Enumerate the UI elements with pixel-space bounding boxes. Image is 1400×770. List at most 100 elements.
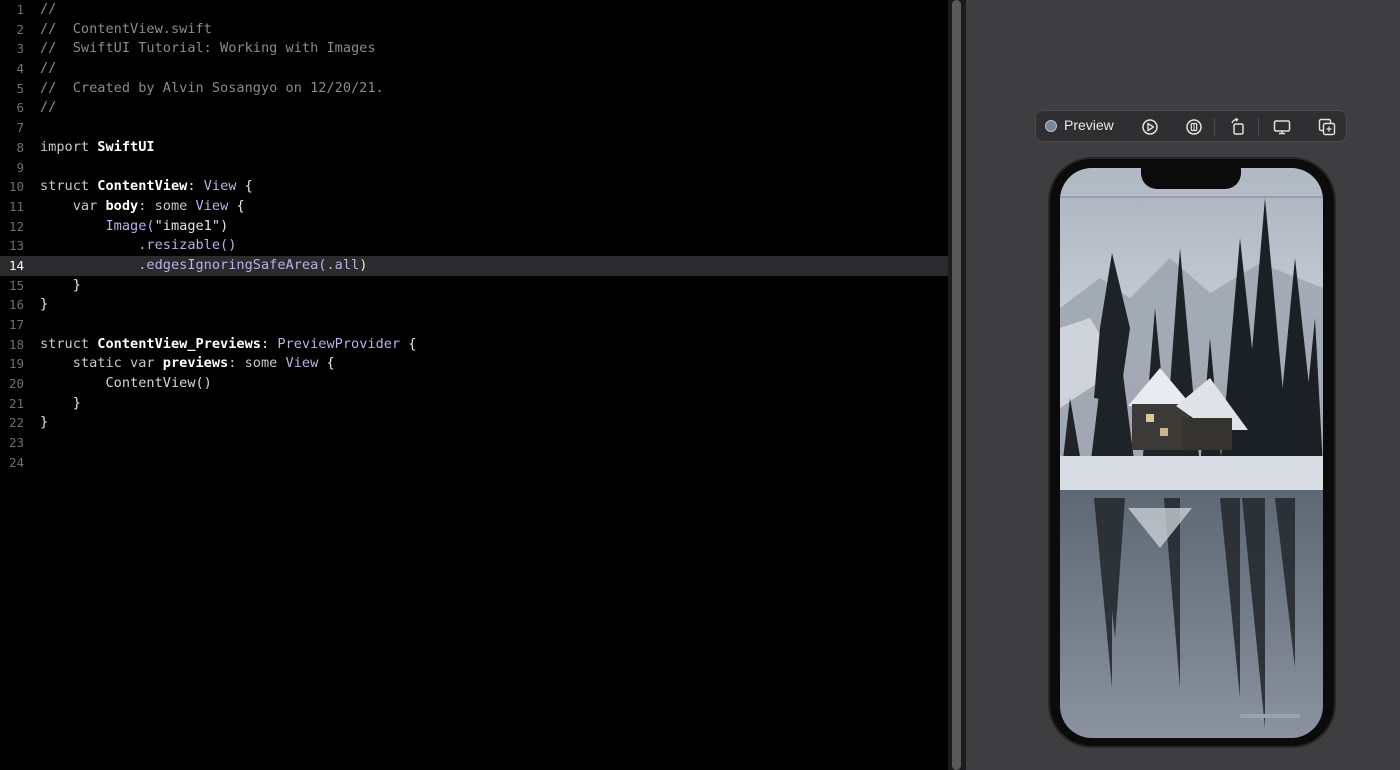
line-number: 18 xyxy=(8,336,24,352)
comment-text: // SwiftUI Tutorial: Working with Images xyxy=(40,40,376,57)
type-token: View xyxy=(285,355,319,372)
code-line-8[interactable]: 8 import SwiftUI xyxy=(0,138,948,158)
keyword-token: var xyxy=(40,197,106,214)
code-line-22[interactable]: 22} xyxy=(0,413,948,433)
declaration-name-token: ContentView_Previews xyxy=(97,335,261,352)
line-number: 22 xyxy=(8,415,24,431)
rotate-device-icon[interactable] xyxy=(1228,117,1248,137)
preview-screen-image[interactable] xyxy=(1060,168,1323,738)
code-line-7[interactable]: 7 xyxy=(0,118,948,138)
code-line-23[interactable]: 23 xyxy=(0,433,948,453)
code-line-2[interactable]: 2 // ContentView.swift xyxy=(0,20,948,40)
line-number: 6 xyxy=(16,100,24,116)
code-line-21[interactable]: 21 } xyxy=(0,394,948,414)
line-number: 12 xyxy=(8,218,24,234)
keyword-token: struct xyxy=(40,178,98,195)
line-number: 15 xyxy=(8,277,24,293)
code-line-19[interactable]: 19 static var previews: some View { xyxy=(0,354,948,374)
code-line-12[interactable]: 12 Image("image1") xyxy=(0,217,948,237)
code-line-6[interactable]: 6 // xyxy=(0,98,948,118)
keyword-token: static var xyxy=(40,355,163,372)
line-number: 10 xyxy=(8,179,24,195)
enum-case-token: .all xyxy=(326,256,360,273)
keyword-token: : some xyxy=(228,355,286,372)
comment-text: // xyxy=(40,99,57,116)
code-line-10[interactable]: 10 struct ContentView: View { xyxy=(0,177,948,197)
comment-text: // ContentView.swift xyxy=(40,20,212,37)
home-indicator xyxy=(1240,714,1300,718)
punctuation-token: } xyxy=(40,414,49,431)
comment-text: // xyxy=(40,1,57,17)
line-number: 20 xyxy=(8,376,24,392)
line-number: 2 xyxy=(16,21,24,37)
punctuation-token: : xyxy=(187,178,204,195)
declaration-name-token: ContentView xyxy=(97,178,188,195)
preview-status-icon xyxy=(1045,120,1057,132)
code-line-5[interactable]: 5 // Created by Alvin Sosangyo on 12/20/2… xyxy=(0,79,948,99)
toolbar-separator xyxy=(1214,118,1215,136)
line-number: 4 xyxy=(16,61,24,77)
duplicate-preview-icon[interactable] xyxy=(1317,117,1337,137)
pin-preview-icon[interactable] xyxy=(1184,117,1204,137)
code-line-1[interactable]: 1 // xyxy=(0,0,948,20)
punctuation-token: { xyxy=(236,178,253,195)
code-line-17[interactable]: 17 xyxy=(0,315,948,335)
live-preview-icon[interactable] xyxy=(1140,117,1160,137)
code-line-16[interactable]: 16} xyxy=(0,295,948,315)
code-line-18[interactable]: 18 struct ContentView_Previews: PreviewPr… xyxy=(0,335,948,355)
punctuation-token: { xyxy=(228,197,245,214)
type-token: Image( xyxy=(40,217,155,234)
punctuation-token: { xyxy=(318,355,335,372)
code-line-13[interactable]: 13 .resizable() xyxy=(0,236,948,256)
toolbar-separator xyxy=(1258,118,1259,136)
punctuation-token: ) xyxy=(359,256,368,273)
line-number: 5 xyxy=(16,80,24,96)
comment-text: // xyxy=(40,60,57,77)
module-name-token: SwiftUI xyxy=(97,138,155,155)
line-number: 3 xyxy=(16,41,24,57)
line-number: 24 xyxy=(8,454,24,470)
type-token: View xyxy=(195,197,229,214)
line-number: 8 xyxy=(16,139,24,155)
preview-label: Preview xyxy=(1064,117,1114,133)
device-notch xyxy=(1141,166,1241,189)
line-number: 19 xyxy=(8,356,24,372)
punctuation-token: } xyxy=(40,296,49,313)
declaration-name-token: body xyxy=(105,197,139,214)
device-settings-icon[interactable] xyxy=(1272,117,1292,137)
code-line-14-current[interactable]: 14 .edgesIgnoringSafeArea(.all) xyxy=(0,255,948,276)
code-line-3[interactable]: 3 // SwiftUI Tutorial: Working with Image… xyxy=(0,39,948,59)
code-line-4[interactable]: 4 // xyxy=(0,59,948,79)
line-number: 1 xyxy=(16,2,24,17)
line-number: 14 xyxy=(8,257,24,273)
modifier-token: .resizable() xyxy=(40,237,237,254)
punctuation-token: } xyxy=(40,394,81,411)
punctuation-token: { xyxy=(400,335,417,352)
punctuation-token: : xyxy=(260,335,278,352)
code-line-11[interactable]: 11 var body: some View { xyxy=(0,197,948,217)
snowy-shore-shape xyxy=(1060,456,1323,490)
code-line-9[interactable]: 9 xyxy=(0,158,948,178)
line-number: 9 xyxy=(16,159,24,175)
preview-toolbar: Preview xyxy=(1035,110,1347,142)
keyword-token: struct xyxy=(40,335,98,352)
code-line-15[interactable]: 15 } xyxy=(0,276,948,296)
type-token: PreviewProvider xyxy=(277,335,401,352)
string-token: "image1" xyxy=(154,217,221,234)
call-token: ContentView() xyxy=(40,375,212,392)
punctuation-token: ) xyxy=(220,217,229,234)
code-line-20[interactable]: 20 ContentView() xyxy=(0,374,948,394)
editor-scrollbar[interactable] xyxy=(952,0,961,770)
line-number: 17 xyxy=(8,317,24,332)
comment-text: // Created by Alvin Sosangyo on 12/20/21… xyxy=(40,79,384,96)
line-number: 7 xyxy=(16,120,24,136)
line-number: 13 xyxy=(8,238,24,254)
code-line-24[interactable]: 24 xyxy=(0,453,948,473)
keyword-token: import xyxy=(40,138,98,155)
code-editor[interactable]: 1 // 2 // ContentView.swift 3 // SwiftUI Tu… xyxy=(0,0,948,770)
punctuation-token: } xyxy=(40,276,81,293)
line-number: 11 xyxy=(8,198,24,214)
line-number: 16 xyxy=(8,297,24,313)
modifier-token: .edgesIgnoringSafeArea( xyxy=(40,256,327,273)
keyword-token: : some xyxy=(138,197,196,214)
